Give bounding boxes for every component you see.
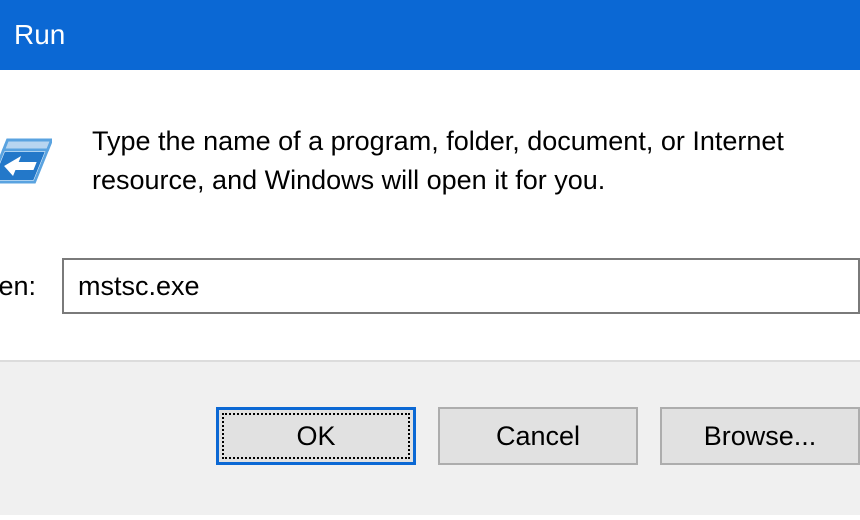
dialog-description: Type the name of a program, folder, docu… <box>92 118 860 200</box>
button-bar: OK Cancel Browse... <box>0 360 860 515</box>
window-title: Run <box>14 19 65 51</box>
cancel-button[interactable]: Cancel <box>438 407 638 465</box>
dialog-content: Type the name of a program, folder, docu… <box>0 70 860 360</box>
open-label: pen: <box>0 271 62 302</box>
open-row: pen: <box>0 258 860 314</box>
titlebar: Run <box>0 0 860 70</box>
ok-button[interactable]: OK <box>216 407 416 465</box>
open-input[interactable] <box>62 258 860 314</box>
run-icon <box>0 134 52 190</box>
browse-button[interactable]: Browse... <box>660 407 860 465</box>
